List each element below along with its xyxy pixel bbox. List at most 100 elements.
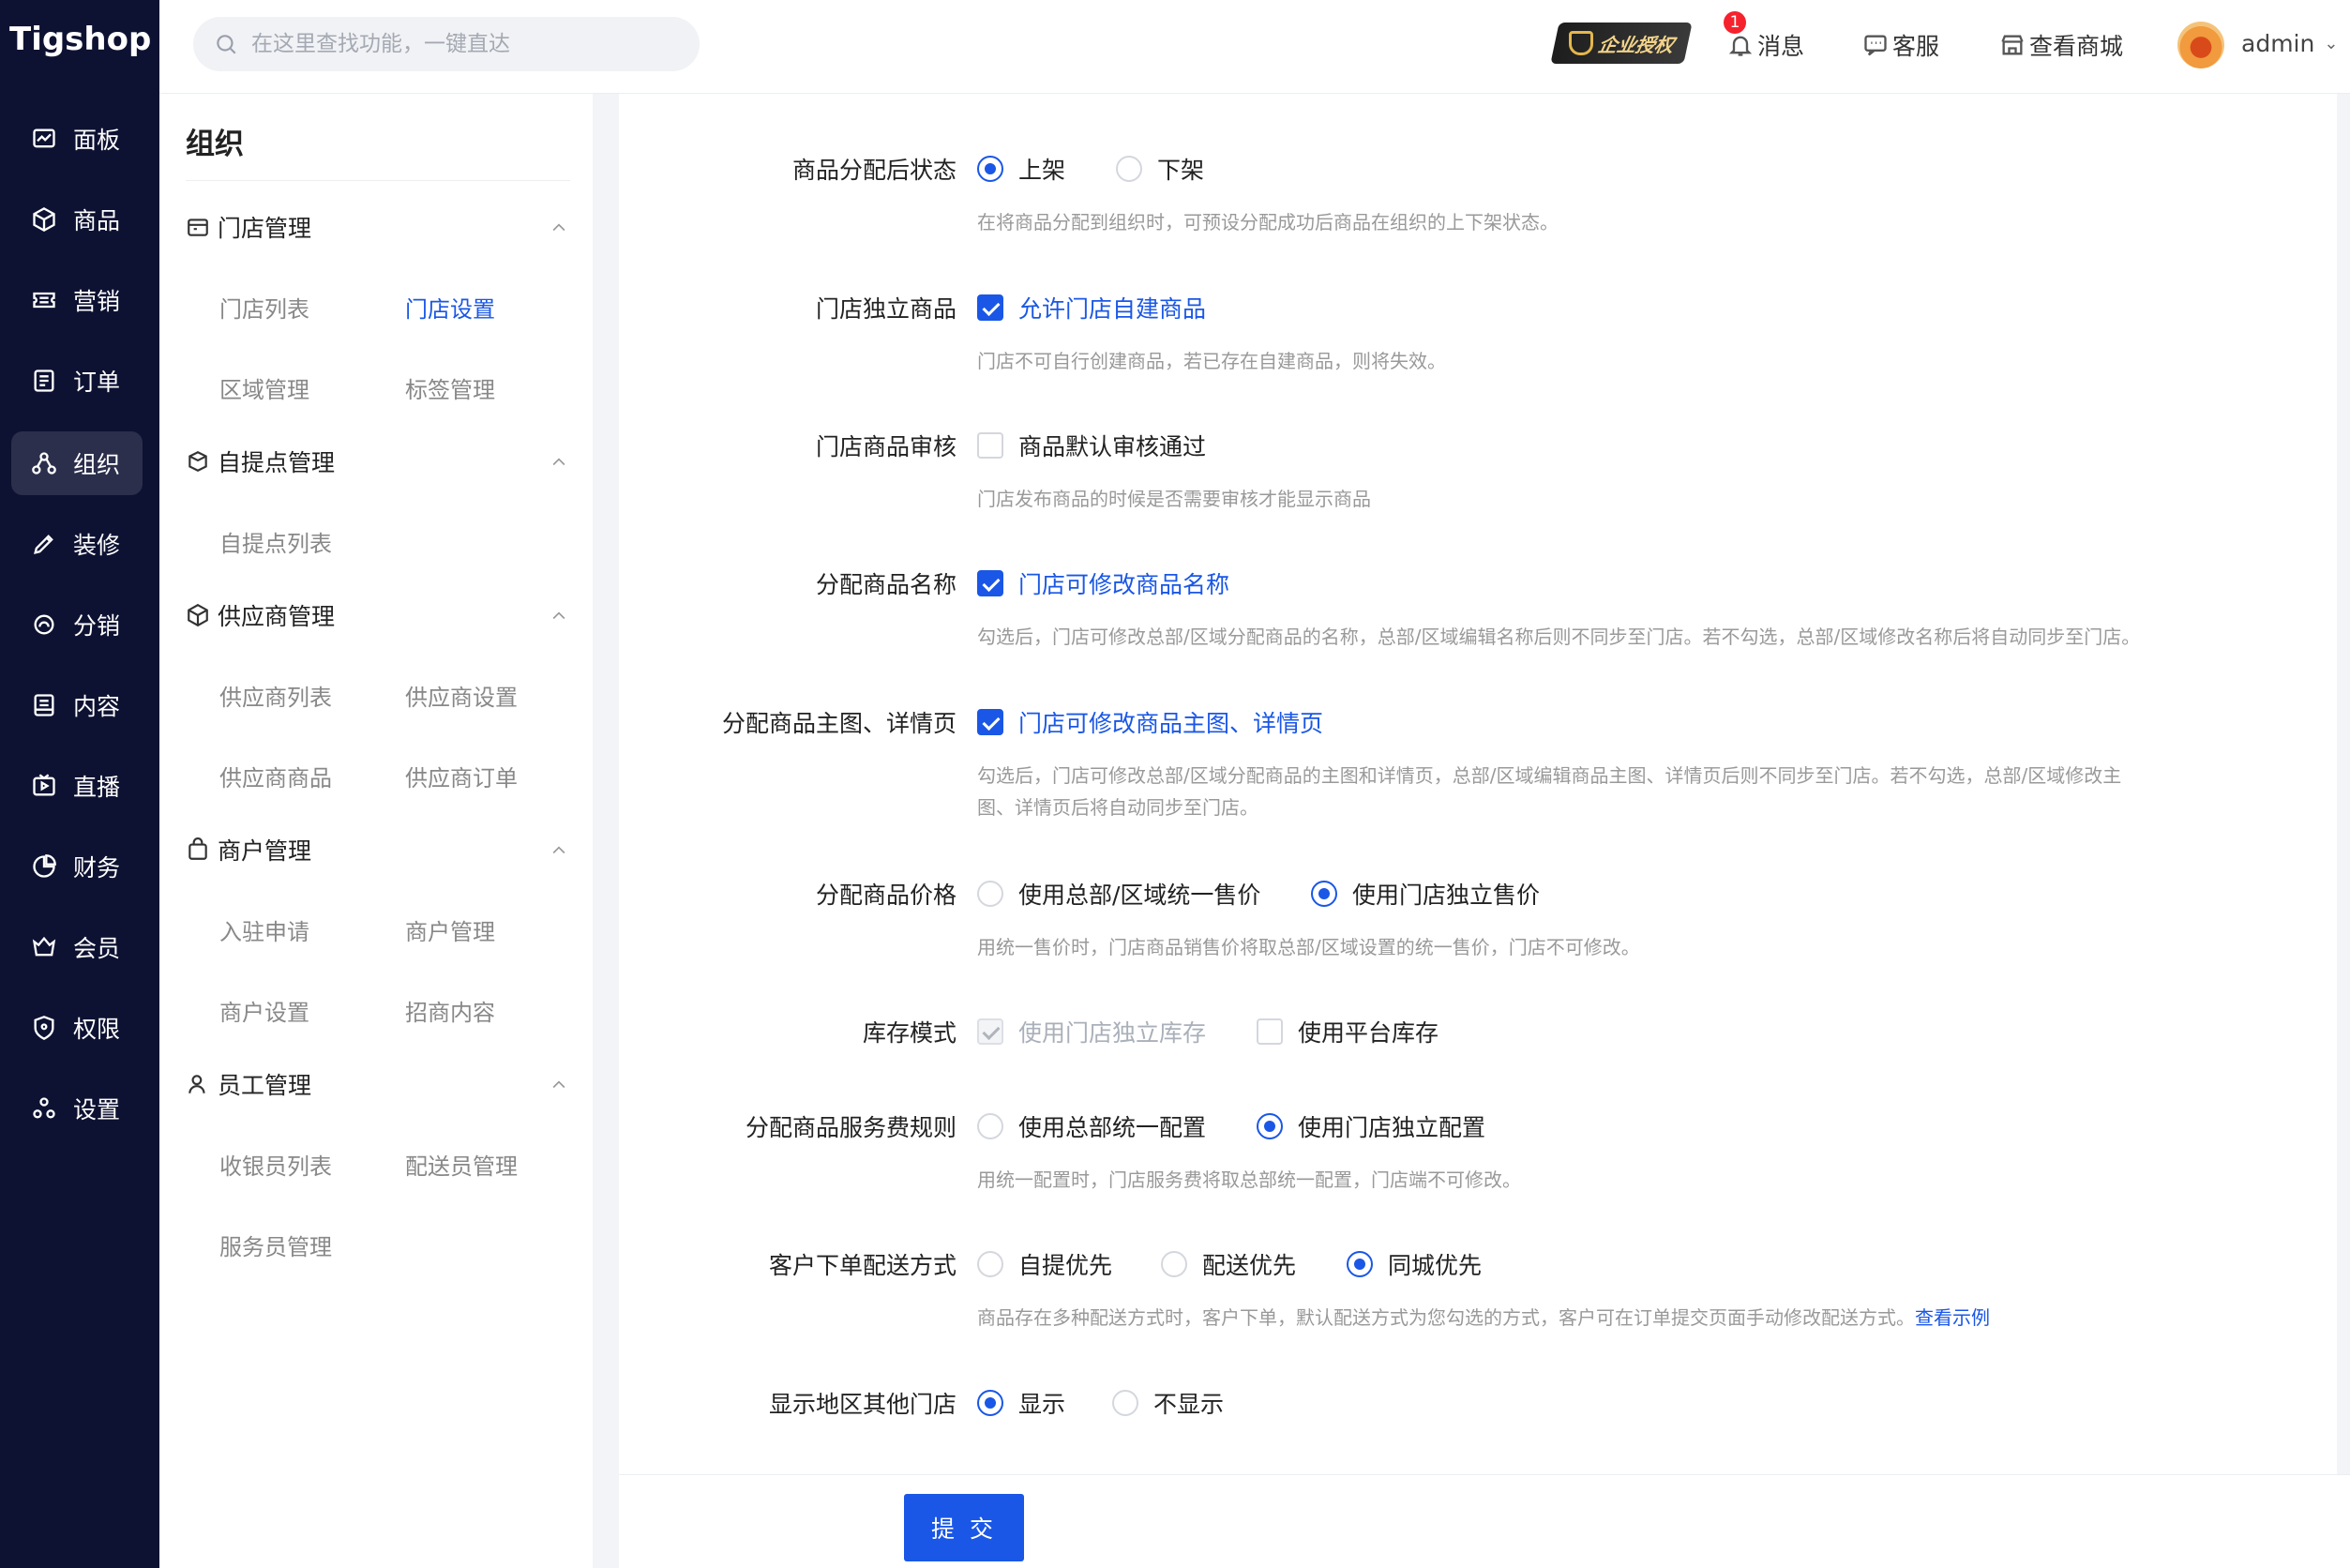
sidebar-item-cashier-list[interactable]: 收银员列表 [219, 1148, 332, 1181]
logo[interactable]: Tigshop [9, 21, 151, 62]
checkbox-checked[interactable] [977, 709, 1003, 735]
nav-item-live[interactable]: 直播 [11, 754, 143, 818]
form-footer: 提 交 [619, 1474, 2350, 1568]
checkbox-checked[interactable] [977, 570, 1003, 596]
group-pickup-management[interactable]: 自提点管理 [186, 443, 580, 480]
nav-label: 权限 [73, 1016, 121, 1043]
enterprise-auth-badge[interactable]: 企业授权 [1550, 23, 1693, 64]
radio-on-shelf[interactable]: 上架 [977, 152, 1065, 186]
group-label: 供应商管理 [218, 603, 336, 630]
sidebar-item-merchant-management[interactable]: 商户管理 [405, 913, 495, 946]
radio-store-independent-config[interactable]: 使用门店独立配置 [1257, 1109, 1485, 1143]
radio-checked[interactable] [1311, 881, 1337, 907]
group-label: 商户管理 [218, 837, 312, 865]
checkbox-unchecked[interactable] [1257, 1018, 1283, 1045]
checkbox-store-edit-name[interactable]: 门店可修改商品名称 [977, 566, 1229, 600]
group-staff-management[interactable]: 员工管理 [186, 1065, 580, 1103]
radio-unchecked[interactable] [1116, 156, 1142, 182]
sidebar-item-supplier-goods[interactable]: 供应商商品 [219, 760, 332, 792]
option-label: 不显示 [1153, 1391, 1225, 1418]
user-icon [188, 1075, 205, 1093]
radio-off-shelf[interactable]: 下架 [1116, 152, 1204, 186]
search-input[interactable] [251, 32, 664, 56]
radio-checked[interactable] [1347, 1251, 1373, 1277]
group-supplier-management[interactable]: 供应商管理 [186, 596, 580, 634]
nav-item-goods[interactable]: 商品 [11, 188, 143, 251]
shield-icon [30, 1014, 58, 1042]
radio-unchecked[interactable] [977, 1251, 1003, 1277]
sidebar-item-supplier-orders[interactable]: 供应商订单 [405, 760, 518, 792]
label-assign-name: 分配商品名称 [815, 571, 957, 598]
chat-icon [1864, 35, 1887, 56]
scrollbar-track[interactable] [2337, 94, 2350, 1568]
sidebar-item-waiter-management[interactable]: 服务员管理 [219, 1229, 332, 1261]
nav-label: 订单 [73, 369, 121, 396]
chevron-up-icon [550, 1073, 568, 1092]
radio-delivery-first[interactable]: 配送优先 [1161, 1247, 1296, 1281]
group-merchant-management[interactable]: 商户管理 [186, 831, 580, 868]
sidebar-item-tag-management[interactable]: 标签管理 [405, 371, 495, 404]
radio-unchecked[interactable] [1112, 1390, 1138, 1416]
org-sidebar: 组织 门店管理 门店列表 门店设置 区域管理 标签管理 自提点管理 自提点列表 … [159, 94, 593, 1568]
sidebar-item-entry-application[interactable]: 入驻申请 [219, 913, 309, 946]
nav-item-finance[interactable]: 财务 [11, 835, 143, 898]
radio-pickup-first[interactable]: 自提优先 [977, 1247, 1112, 1281]
nav-item-marketing[interactable]: 营销 [11, 268, 143, 332]
view-example-link[interactable]: 查看示例 [1915, 1306, 1990, 1329]
checkbox-checked[interactable] [977, 294, 1003, 321]
sidebar-item-pickup-list[interactable]: 自提点列表 [219, 525, 332, 558]
nav-item-orders[interactable]: 订单 [11, 349, 143, 413]
checkbox-store-edit-images[interactable]: 门店可修改商品主图、详情页 [977, 705, 1323, 739]
option-label: 同城优先 [1388, 1252, 1483, 1279]
radio-hq-unified-config[interactable]: 使用总部统一配置 [977, 1109, 1206, 1143]
chevron-up-icon [550, 450, 568, 469]
group-label: 门店管理 [218, 215, 312, 242]
radio-independent-price[interactable]: 使用门店独立售价 [1311, 877, 1540, 911]
sidebar-item-recruit-content[interactable]: 招商内容 [405, 994, 495, 1027]
view-mall-link[interactable]: 查看商城 [1999, 28, 2123, 62]
radio-same-city-first[interactable]: 同城优先 [1347, 1247, 1482, 1281]
radio-unchecked[interactable] [1161, 1251, 1187, 1277]
checkbox-platform-stock[interactable]: 使用平台库存 [1257, 1015, 1439, 1048]
group-store-management[interactable]: 门店管理 [186, 208, 580, 246]
radio-hide-other-stores[interactable]: 不显示 [1112, 1386, 1224, 1420]
service-link[interactable]: 客服 [1862, 28, 1939, 62]
sidebar-item-merchant-settings[interactable]: 商户设置 [219, 994, 309, 1027]
sidebar-title: 组织 [186, 128, 244, 161]
nav-item-permission[interactable]: 权限 [11, 996, 143, 1060]
radio-checked[interactable] [1257, 1113, 1283, 1139]
nav-item-member[interactable]: 会员 [11, 915, 143, 979]
username: admin [2241, 30, 2315, 57]
user-menu[interactable]: admin ⌄ [2241, 30, 2338, 57]
radio-checked[interactable] [977, 156, 1003, 182]
order-icon [30, 367, 58, 395]
nav-item-org[interactable]: 组织 [11, 431, 143, 495]
submit-button[interactable]: 提 交 [904, 1494, 1024, 1561]
checkbox-allow-self-built-goods[interactable]: 允许门店自建商品 [977, 291, 1206, 324]
avatar[interactable] [2177, 22, 2224, 68]
nav-item-decorate[interactable]: 装修 [11, 512, 143, 576]
checkbox-unchecked[interactable] [977, 432, 1003, 459]
sidebar-item-store-settings[interactable]: 门店设置 [405, 291, 495, 324]
messages-link[interactable]: 1 消息 [1724, 11, 1804, 62]
sidebar-item-region-management[interactable]: 区域管理 [219, 371, 309, 404]
radio-unchecked[interactable] [977, 881, 1003, 907]
sidebar-item-supplier-list[interactable]: 供应商列表 [219, 679, 332, 712]
option-label: 上架 [1018, 157, 1066, 184]
label-independent-goods: 门店独立商品 [815, 295, 957, 323]
sidebar-item-courier-management[interactable]: 配送员管理 [405, 1148, 518, 1181]
nav-item-distribution[interactable]: 分销 [11, 593, 143, 656]
nav-item-content[interactable]: 内容 [11, 673, 143, 737]
nav-item-settings[interactable]: 设置 [11, 1077, 143, 1140]
sidebar-item-supplier-settings[interactable]: 供应商设置 [405, 679, 518, 712]
radio-unified-price[interactable]: 使用总部/区域统一售价 [977, 877, 1260, 911]
nav-item-dashboard[interactable]: 面板 [11, 107, 143, 171]
group-label: 员工管理 [218, 1072, 312, 1099]
radio-unchecked[interactable] [977, 1113, 1003, 1139]
radio-show-other-stores[interactable]: 显示 [977, 1386, 1065, 1420]
search-box[interactable] [193, 17, 700, 71]
nav-label: 内容 [73, 693, 121, 720]
radio-checked[interactable] [977, 1390, 1003, 1416]
sidebar-item-store-list[interactable]: 门店列表 [219, 291, 309, 324]
checkbox-default-review-pass[interactable]: 商品默认审核通过 [977, 429, 1206, 462]
